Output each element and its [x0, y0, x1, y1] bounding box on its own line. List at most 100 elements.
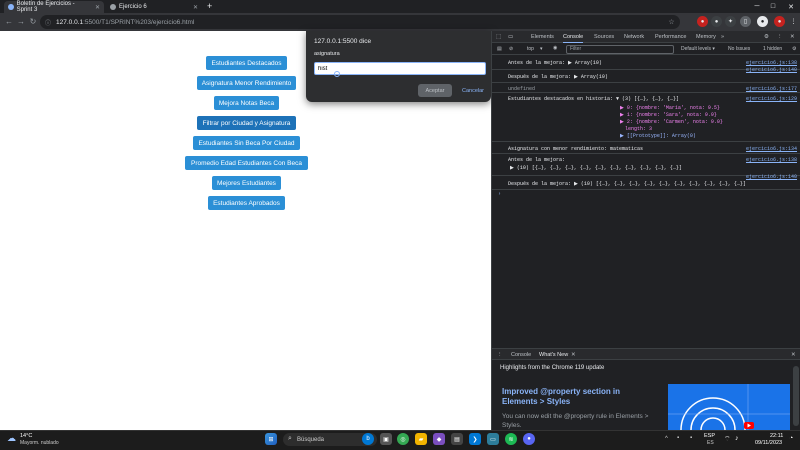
- close-devtools-icon[interactable]: ✕: [790, 31, 795, 43]
- new-tab-button[interactable]: +: [207, 1, 212, 11]
- target-graphic-icon: [668, 384, 790, 430]
- close-window-icon[interactable]: ✕: [784, 0, 798, 13]
- spotify-icon[interactable]: ≋: [505, 433, 517, 445]
- wifi-icon[interactable]: ⌔: [724, 435, 731, 444]
- estudiantes-sin-beca-button[interactable]: Estudiantes Sin Beca Por Ciudad: [193, 136, 300, 150]
- filtrar-ciudad-asignatura-button[interactable]: Filtrar por Ciudad y Asignatura: [197, 116, 296, 130]
- mejora-notas-beca-button[interactable]: Mejora Notas Beca: [214, 96, 279, 110]
- devtools-menu-icon[interactable]: ⋮: [777, 31, 783, 43]
- close-tab-icon[interactable]: ✕: [193, 4, 198, 11]
- filter-input[interactable]: Filter: [566, 45, 674, 54]
- file-explorer-icon[interactable]: ▰: [415, 433, 427, 445]
- close-tab-icon[interactable]: ✕: [95, 4, 100, 11]
- console-settings-icon[interactable]: ⚙: [792, 46, 796, 52]
- console-entry[interactable]: Estudiantes destacados en historia: ▼ (3…: [492, 93, 800, 142]
- sidebar-toggle-icon[interactable]: ▤: [497, 46, 502, 52]
- tray-app-icon[interactable]: ▪: [690, 435, 692, 441]
- copilot-icon[interactable]: b: [362, 433, 374, 445]
- volume-icon[interactable]: ♪: [735, 435, 739, 442]
- context-select[interactable]: top: [527, 46, 534, 52]
- clock-time[interactable]: 22:11: [770, 433, 783, 439]
- console-entry[interactable]: Después de la mejora: ▶ Array(10) ejerci…: [492, 67, 800, 83]
- levels-dropdown[interactable]: Default levels ▾: [681, 46, 715, 52]
- issues-badge[interactable]: No Issues: [728, 46, 750, 52]
- minimize-icon[interactable]: ─: [750, 0, 764, 13]
- whats-new-heading[interactable]: Improved @property section in Elements >…: [502, 387, 652, 407]
- start-windows-icon[interactable]: ⊞: [265, 433, 277, 445]
- console-entry[interactable]: Antes de la mejora: ejercicio6.js:138 ▶ …: [492, 154, 800, 176]
- extension-icon[interactable]: ●: [697, 16, 708, 27]
- console-entry[interactable]: Asignatura con menor rendimiento: matema…: [492, 142, 800, 154]
- tray-app-icon[interactable]: ▪: [677, 435, 679, 441]
- tab-memory[interactable]: Memory: [696, 31, 716, 43]
- bookmark-star-icon[interactable]: ☆: [666, 16, 677, 27]
- tab-sources[interactable]: Sources: [594, 31, 614, 43]
- extensions-puzzle-icon[interactable]: ✦: [725, 16, 736, 27]
- promedio-edad-beca-button[interactable]: Promedio Edad Estudiantes Con Beca: [185, 156, 308, 170]
- sidepanel-icon[interactable]: ▯: [740, 16, 751, 27]
- chrome-icon[interactable]: ◎: [397, 433, 409, 445]
- tab-console[interactable]: Console: [563, 31, 584, 43]
- source-link[interactable]: ejercicio6.js:140: [746, 174, 797, 180]
- visual-studio-icon[interactable]: ◆: [433, 433, 445, 445]
- weather-temp[interactable]: 14°C: [20, 433, 32, 439]
- console-entry[interactable]: Después de la mejora: ▶ (10) [{…}, {…}, …: [492, 174, 800, 190]
- devtools-panel: ⬚ ▭ Elements Console Sources Network Per…: [491, 31, 800, 430]
- whats-new-video-thumbnail[interactable]: [668, 384, 790, 430]
- cancel-button[interactable]: Cancelar: [457, 84, 489, 97]
- address-bar[interactable]: 127.0.0.1:5500/T1/SPRINT%203/ejercicio6.…: [40, 15, 680, 29]
- prototype-entry[interactable]: ▶ [[Prototype]]: Array(0): [620, 133, 696, 139]
- settings-gear-icon[interactable]: ⚙: [764, 31, 769, 43]
- terminal-icon[interactable]: ▭: [487, 433, 499, 445]
- tab-title: Boletín de Ejercicios - Sprint 3: [16, 1, 75, 13]
- profile-icon[interactable]: ●: [774, 16, 785, 27]
- more-tabs-icon[interactable]: »: [721, 31, 724, 43]
- object-entry[interactable]: ▶ 0: {nombre: 'María', nota: 9.5}: [620, 105, 720, 111]
- tab-performance[interactable]: Performance: [655, 31, 687, 43]
- reload-icon[interactable]: ↻: [28, 16, 38, 26]
- back-icon[interactable]: ←: [4, 16, 14, 26]
- language-indicator[interactable]: ESP: [704, 433, 715, 439]
- tab-boletin[interactable]: Boletín de Ejercicios - Sprint 3 ✕: [4, 1, 104, 13]
- tray-chevron-icon[interactable]: ^: [665, 436, 668, 442]
- vscode-icon[interactable]: ❯: [469, 433, 481, 445]
- maximize-icon[interactable]: □: [766, 0, 780, 13]
- estudiantes-aprobados-button[interactable]: Estudiantes Aprobados: [208, 196, 285, 210]
- avatar[interactable]: ●: [757, 16, 768, 27]
- extension-icon[interactable]: ●: [711, 16, 722, 27]
- forward-icon[interactable]: →: [16, 16, 26, 26]
- site-info-icon[interactable]: ⓘ: [45, 18, 51, 27]
- object-entry[interactable]: ▶ 1: {nombre: 'Sara', nota: 9.9}: [620, 112, 717, 118]
- source-link[interactable]: ejercicio6.js:177: [746, 86, 797, 92]
- eye-icon[interactable]: ◉: [553, 45, 557, 51]
- tab-ejercicio6[interactable]: Ejercicio 6 ✕: [106, 1, 202, 13]
- array-preview[interactable]: ▶ (10) [{…}, {…}, {…}, {…}, {…}, {…}, {……: [510, 165, 682, 171]
- source-link[interactable]: ejercicio6.js:140: [746, 67, 797, 73]
- console-entry[interactable]: undefined ejercicio6.js:177: [492, 83, 800, 93]
- notifications-bell-icon[interactable]: ◔: [789, 435, 793, 442]
- source-link[interactable]: ejercicio6.js:138: [746, 157, 797, 163]
- context-dropdown-icon[interactable]: ▾: [540, 46, 543, 52]
- app-icon[interactable]: ▤: [451, 433, 463, 445]
- asignatura-menor-rendimiento-button[interactable]: Asignatura Menor Rendimiento: [197, 76, 296, 90]
- source-link[interactable]: ejercicio6.js:129: [746, 96, 797, 102]
- inspect-icon[interactable]: ⬚: [496, 31, 501, 43]
- object-entry[interactable]: ▶ 2: {nombre: 'Carmen', nota: 9.0}: [620, 119, 723, 125]
- tab-elements[interactable]: Elements: [531, 31, 554, 43]
- weather-desc[interactable]: Mayorm. nublado: [20, 440, 59, 446]
- clock-date[interactable]: 09/11/2023: [755, 440, 782, 446]
- device-toggle-icon[interactable]: ▭: [508, 31, 513, 43]
- weather-icon[interactable]: ☁: [7, 433, 19, 445]
- clear-console-icon[interactable]: ⊘: [509, 46, 513, 52]
- task-view-icon[interactable]: ▣: [380, 433, 392, 445]
- accept-button[interactable]: Aceptar: [418, 84, 452, 97]
- console-prompt[interactable]: ›: [492, 190, 800, 200]
- tab-network[interactable]: Network: [624, 31, 644, 43]
- mejores-estudiantes-button[interactable]: Mejores Estudiantes: [212, 176, 281, 190]
- source-link[interactable]: ejercicio6.js:134: [746, 146, 797, 152]
- source-link[interactable]: ejercicio6.js:138: [746, 60, 797, 66]
- scrollbar[interactable]: [793, 366, 799, 426]
- menu-kebab-icon[interactable]: ⋮: [788, 16, 799, 27]
- estudiantes-destacados-button[interactable]: Estudiantes Destacados: [206, 56, 287, 70]
- discord-icon[interactable]: ●: [523, 433, 535, 445]
